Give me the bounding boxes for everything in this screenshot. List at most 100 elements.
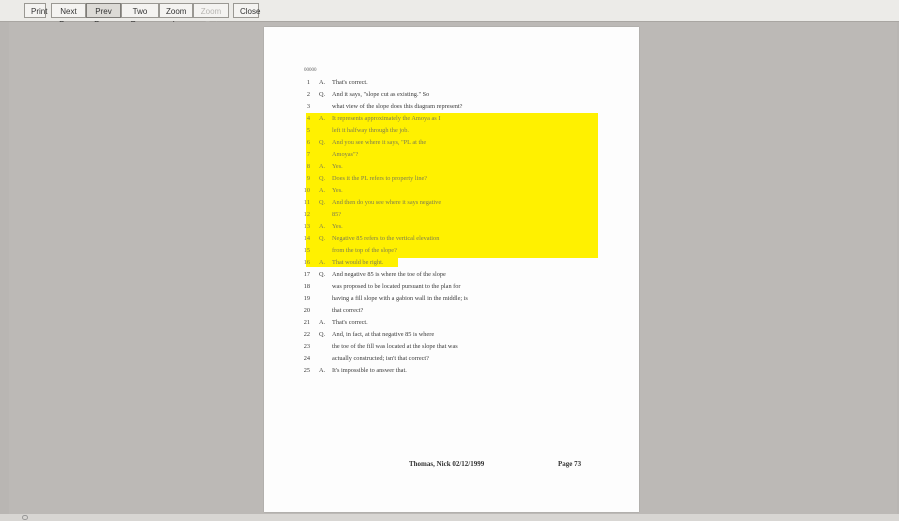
qa-marker: Q. — [318, 139, 326, 146]
transcript-line: 20 that correct? — [298, 305, 364, 317]
transcript-line: 7 Amoyas"? — [298, 149, 359, 161]
qa-marker: A. — [318, 115, 326, 122]
qa-marker: Q. — [318, 235, 326, 242]
transcript-line: 25 A. It's impossible to answer that. — [298, 365, 407, 377]
next-page-button[interactable]: Next Page — [51, 3, 86, 29]
line-number: 7 — [306, 151, 310, 158]
line-number: 23 — [303, 343, 310, 350]
line-text: that correct? — [332, 307, 364, 314]
transcript-line: 19 having a fill slope with a gabion wall… — [298, 293, 468, 305]
line-number: 3 — [306, 103, 310, 110]
transcript-line: 6 Q. And you see where it says, "PL at the — [298, 137, 426, 149]
line-text: from the top of the slope? — [332, 247, 397, 254]
transcript-line: 1 A. That's correct. — [298, 77, 368, 89]
line-text: And it says, "slope cut as existing." So — [332, 91, 430, 98]
transcript-line: 14 Q. Negative 85 refers to the vertical e… — [298, 233, 440, 245]
transcript-line: 13 A. Yes. — [298, 221, 343, 233]
line-number: 24 — [303, 355, 310, 362]
toolbar: Print Next Page Prev Page Two Page Zoom … — [0, 0, 899, 29]
line-number: 22 — [303, 331, 310, 338]
status-icon — [22, 515, 28, 520]
transcript-line: 8 A. Yes. — [298, 161, 343, 173]
transcript-line: 12 85? — [298, 209, 341, 221]
line-text: Yes. — [332, 187, 343, 194]
zoom-out-button[interactable]: Zoom Out — [193, 3, 229, 29]
transcript-line: 2 Q. And it says, "slope cut as existing."… — [298, 89, 429, 101]
status-bar — [0, 514, 899, 521]
transcript-line: 18 was proposed to be located pursuant to… — [298, 281, 461, 293]
page-header-mark: 00000 — [304, 68, 317, 73]
two-page-button[interactable]: Two Page — [121, 3, 159, 29]
line-number: 9 — [306, 175, 310, 182]
transcript-line: 9 Q. Does it the PL refers to property lin… — [298, 173, 427, 185]
line-text: what view of the slope does this diagram… — [332, 103, 463, 110]
page-number: Page 73 — [558, 460, 582, 468]
qa-marker: A. — [318, 223, 326, 230]
line-number: 20 — [303, 307, 310, 314]
line-text: That's correct. — [332, 319, 368, 326]
line-number: 5 — [306, 127, 310, 134]
transcript-line: 16 A. That would be right. — [298, 257, 384, 269]
transcript-line: 23 the toe of the fill was located at the… — [298, 341, 458, 353]
transcript-line: 3 what view of the slope does this diagra… — [298, 101, 463, 113]
transcript-line: 4 A. It represents approximately the Amoya… — [298, 113, 441, 125]
line-text: was proposed to be located pursuant to t… — [332, 283, 461, 290]
transcript-line: 10 A. Yes. — [298, 185, 343, 197]
qa-marker: Q. — [318, 271, 326, 278]
qa-marker: A. — [318, 259, 326, 266]
line-number: 25 — [303, 367, 310, 374]
qa-marker: A. — [318, 367, 326, 374]
line-text: Yes. — [332, 163, 343, 170]
line-number: 19 — [303, 295, 310, 302]
prev-page-button[interactable]: Prev Page — [86, 3, 121, 29]
line-number: 12 — [303, 211, 310, 218]
line-number: 16 — [303, 259, 310, 266]
line-number: 11 — [303, 199, 310, 206]
qa-marker: A. — [318, 187, 326, 194]
line-number: 1 — [306, 79, 310, 86]
line-number: 4 — [306, 115, 310, 122]
line-number: 21 — [303, 319, 310, 326]
document-page: 00000 1 A. That's correct. 2 Q. And it says, … — [264, 27, 639, 512]
line-text: And negative 85 is where the toe of the … — [332, 271, 446, 278]
line-text: the toe of the fill was located at the s… — [332, 343, 458, 350]
transcript-line: 5 left it halfway through the job. — [298, 125, 409, 137]
line-text: And then do you see where it says negati… — [332, 199, 442, 206]
line-text: It's impossible to answer that. — [332, 367, 407, 374]
qa-marker: A. — [318, 163, 326, 170]
transcript-line: 21 A. That's correct. — [298, 317, 368, 329]
deponent-date: Thomas, Nick 02/12/1999 — [409, 460, 485, 468]
zoom-in-button[interactable]: Zoom In — [159, 3, 193, 29]
transcript-line: 11 Q. And then do you see where it says ne… — [298, 197, 441, 209]
line-number: 14 — [303, 235, 310, 242]
line-number: 2 — [306, 91, 310, 98]
transcript-line: 24 actually constructed; isn't that corre… — [298, 353, 429, 365]
qa-marker: Q. — [318, 175, 326, 182]
line-number: 18 — [303, 283, 310, 290]
line-text: actually constructed; isn't that correct… — [332, 355, 429, 362]
qa-marker: Q. — [318, 199, 326, 206]
qa-marker: Q. — [318, 331, 326, 338]
line-text: Amoyas"? — [332, 151, 359, 158]
line-number: 15 — [303, 247, 310, 254]
line-text: It represents approximately the Amoya as… — [332, 115, 441, 122]
line-text: 85? — [332, 211, 342, 218]
line-number: 10 — [303, 187, 310, 194]
line-text: And you see where it says, "PL at the — [332, 139, 427, 146]
qa-marker: A. — [318, 319, 326, 326]
line-text: And, in fact, at that negative 85 is whe… — [332, 331, 435, 338]
line-text: Negative 85 refers to the vertical eleva… — [332, 235, 440, 242]
line-text: left it halfway through the job. — [332, 127, 409, 134]
print-button[interactable]: Print — [24, 3, 47, 18]
line-text: Does it the PL refers to property line? — [332, 175, 428, 182]
close-button[interactable]: Close — [233, 3, 260, 18]
line-text: Yes. — [332, 223, 343, 230]
line-text: having a fill slope with a gabion wall i… — [332, 295, 468, 302]
line-number: 17 — [303, 271, 310, 278]
transcript-line: 17 Q. And negative 85 is where the toe of … — [298, 269, 446, 281]
qa-marker: Q. — [318, 91, 326, 98]
qa-marker: A. — [318, 79, 326, 86]
line-number: 8 — [306, 163, 310, 170]
transcript-line: 15 from the top of the slope? — [298, 245, 397, 257]
line-number: 6 — [306, 139, 310, 146]
